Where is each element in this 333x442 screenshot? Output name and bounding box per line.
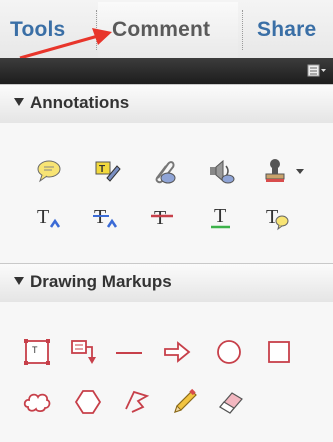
drawing-markups-header[interactable]: Drawing Markups	[0, 263, 333, 303]
record-audio-icon[interactable]	[206, 156, 236, 186]
svg-text:T: T	[37, 206, 49, 228]
drawing-markups-title: Drawing Markups	[30, 272, 172, 291]
add-stamp-icon[interactable]	[262, 156, 292, 186]
svg-text:T: T	[214, 205, 226, 227]
text-callout-icon[interactable]	[68, 337, 98, 367]
annotations-header[interactable]: Annotations	[0, 84, 333, 124]
insert-text-icon[interactable]: T	[34, 201, 64, 231]
collapse-triangle-icon[interactable]	[14, 277, 24, 285]
tab-share[interactable]: Share	[257, 16, 316, 44]
attach-file-icon[interactable]	[148, 156, 178, 186]
line-icon[interactable]	[114, 337, 144, 367]
arrow-icon[interactable]	[162, 337, 192, 367]
oval-icon[interactable]	[214, 337, 244, 367]
add-note-to-text-icon[interactable]: T	[262, 201, 292, 231]
svg-text:T: T	[32, 345, 38, 355]
sticky-note-icon[interactable]	[34, 156, 64, 186]
cloud-icon[interactable]	[22, 387, 52, 417]
connected-lines-icon[interactable]	[122, 387, 152, 417]
panel-options-icon[interactable]	[307, 64, 327, 78]
polygon-icon[interactable]	[73, 387, 103, 417]
tab-separator	[242, 10, 243, 50]
text-box-icon[interactable]: T	[22, 337, 52, 367]
replace-text-icon[interactable]: T	[91, 201, 121, 231]
panel-options-strip	[0, 58, 333, 84]
pencil-icon[interactable]	[170, 387, 200, 417]
underline-text-icon[interactable]: T	[206, 201, 236, 231]
rectangle-icon[interactable]	[264, 337, 294, 367]
collapse-triangle-icon[interactable]	[14, 98, 24, 106]
highlight-text-icon[interactable]: T	[91, 156, 121, 186]
tab-bar: Tools Comment Share	[0, 0, 333, 60]
annotations-title: Annotations	[30, 93, 130, 112]
svg-text:T: T	[99, 164, 105, 175]
annotations-panel: T T T T T T	[0, 123, 333, 263]
svg-text:T: T	[266, 206, 278, 228]
eraser-icon[interactable]	[216, 387, 246, 417]
strikethrough-text-icon[interactable]: T	[148, 201, 178, 231]
drawing-markups-panel: T	[0, 302, 333, 442]
svg-text:T: T	[154, 207, 166, 229]
stamp-dropdown-icon[interactable]	[295, 168, 305, 176]
